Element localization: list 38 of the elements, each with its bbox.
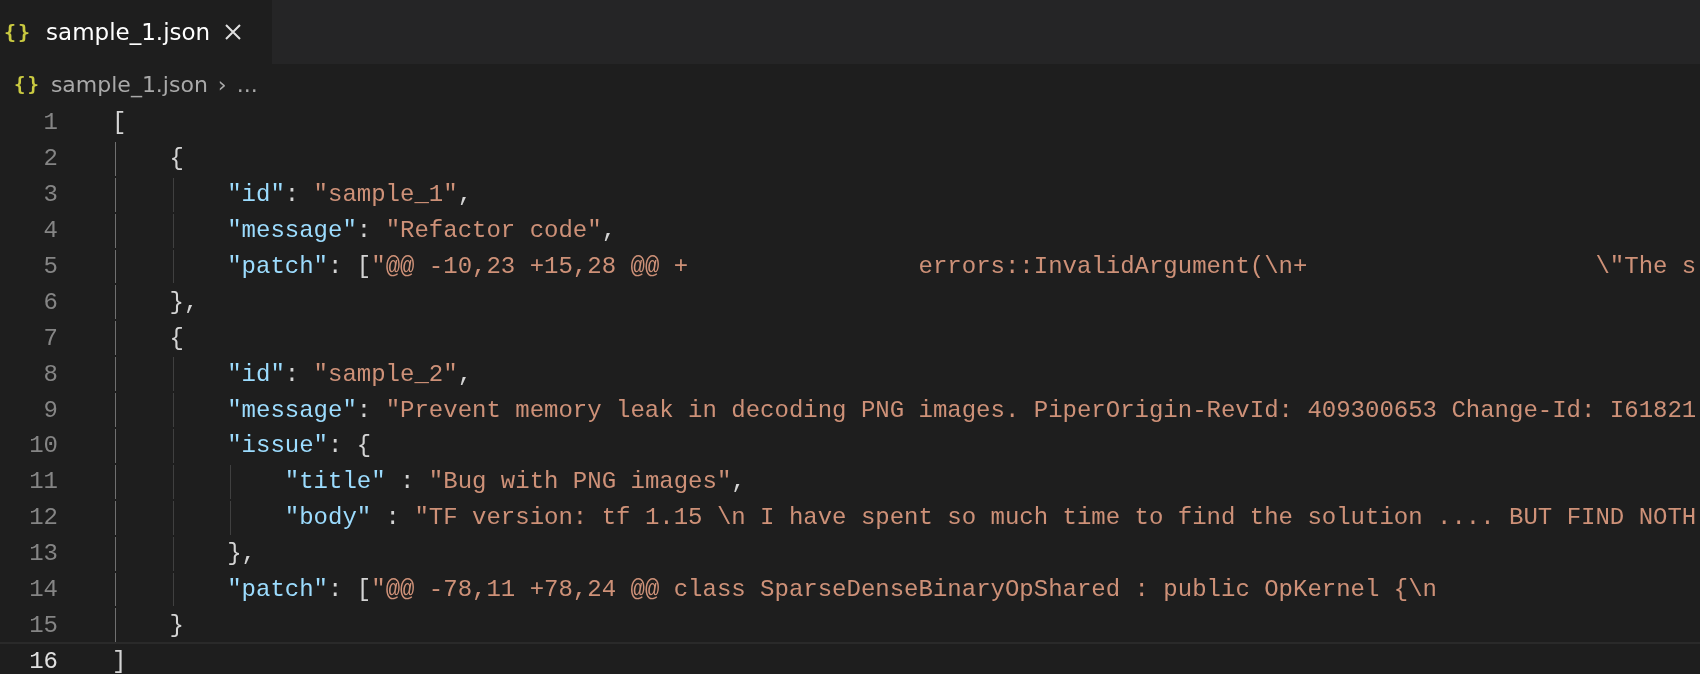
close-icon[interactable]	[224, 23, 243, 41]
code-line: ]	[112, 647, 127, 674]
chevron-icon: ›	[217, 71, 227, 97]
file-tab[interactable]: {} sample_1.json	[0, 0, 273, 64]
line-number: 11	[28, 468, 58, 496]
line-number: 4	[42, 217, 58, 245]
line-number: 6	[42, 288, 58, 316]
code-line: [	[112, 109, 127, 137]
line-number: 5	[42, 253, 58, 280]
code-line: "title" : "Bug with PNG images",	[284, 468, 746, 496]
code-line: {	[169, 145, 184, 173]
code-line: "message": "Refactor code",	[227, 217, 617, 245]
code-line: "patch": ["@@ -78,11 +78,24 @@ class SparseDenseBinaryOpShared : public OpKernel {\n	[227, 576, 1437, 603]
code-line: },	[227, 540, 256, 568]
code-line: {	[169, 324, 184, 352]
line-number: 13	[28, 540, 58, 568]
line-number: 3	[42, 181, 58, 209]
line-number: 10	[28, 432, 58, 460]
line-number: 16	[28, 647, 58, 674]
code-line: },	[169, 288, 199, 316]
code-line: "id": "sample_1",	[227, 181, 473, 209]
line-number: 1	[42, 109, 58, 137]
code-line: }	[169, 611, 184, 639]
code-line: "issue": {	[227, 432, 372, 460]
code-line: "patch": ["@@ -10,23 +15,28 @@ + errors::InvalidArgument(\n+ \"The s	[227, 253, 1697, 280]
line-number: 15	[28, 611, 58, 639]
code-line: "body" : "TF version: tf 1.15 \n I have spent so much time to find the solution .... BUT FIND NOTH	[284, 504, 1697, 532]
line-number: 14	[28, 576, 58, 603]
code-line: "message": "Prevent memory leak in decoding PNG images. PiperOrigin-RevId: 409300653 Change-Id: I61821	[227, 396, 1697, 424]
line-number: 9	[42, 396, 58, 424]
breadcrumb-item[interactable]: ...	[236, 71, 258, 97]
breadcrumb-item[interactable]: sample_1.json	[50, 71, 208, 97]
json-file-icon: {}	[14, 73, 41, 95]
line-number: 2	[42, 145, 58, 173]
line-number: 12	[28, 504, 58, 532]
code-line: "id": "sample_2",	[227, 360, 473, 388]
line-number: 8	[42, 360, 58, 388]
line-number: 7	[42, 324, 58, 352]
